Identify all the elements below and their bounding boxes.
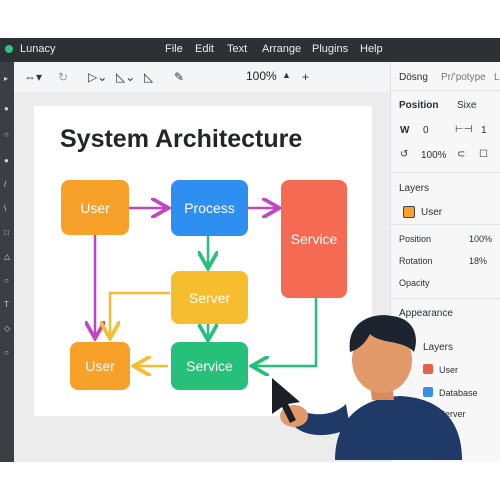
person-body bbox=[335, 396, 462, 460]
person-illustration bbox=[272, 315, 462, 460]
